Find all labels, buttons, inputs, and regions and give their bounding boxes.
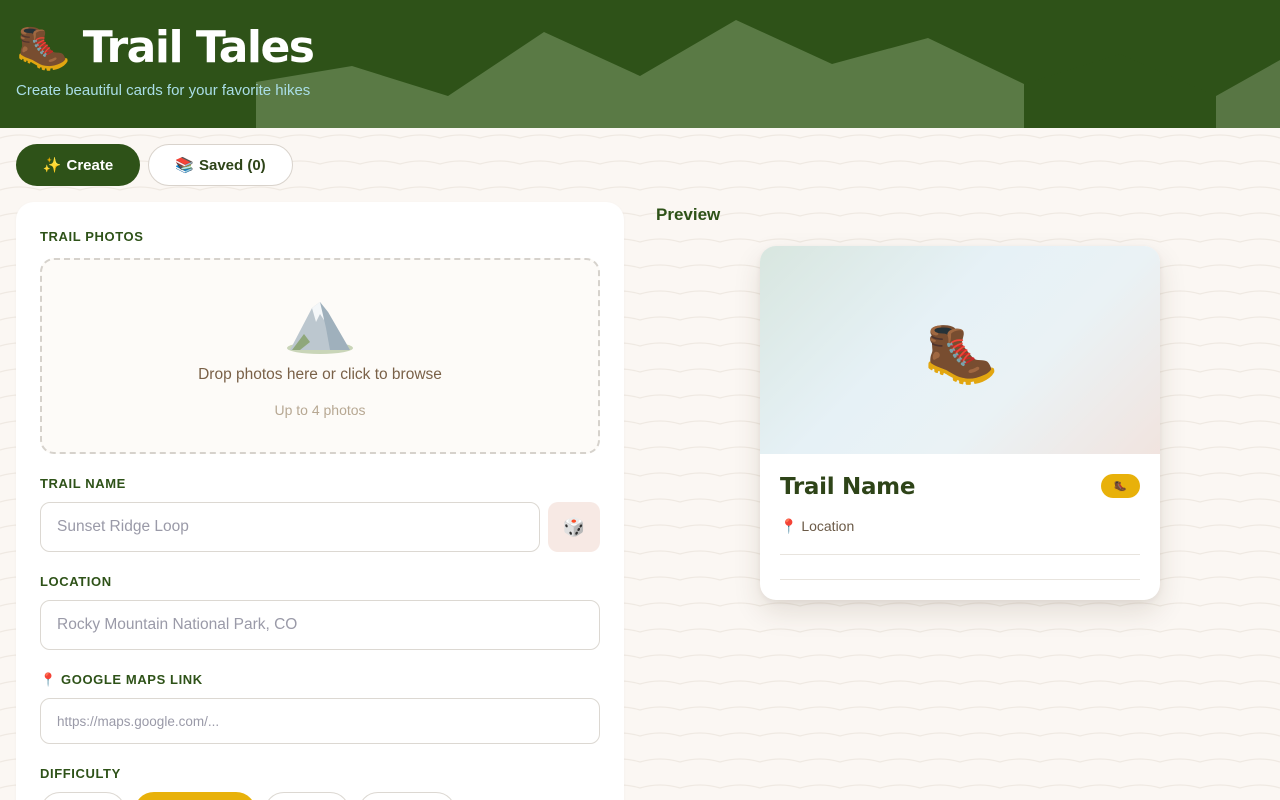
- app-tagline: Create beautiful cards for your favorite…: [16, 82, 311, 99]
- difficulty-option-selected[interactable]: [134, 792, 256, 800]
- tab-bar: ✨ Create 📚 Saved (0): [16, 144, 293, 186]
- random-name-button[interactable]: 🎲: [548, 502, 600, 552]
- maps-link-label: GOOGLE MAPS LINK: [61, 672, 203, 687]
- trail-form: TRAIL PHOTOS Drop photos here or click t…: [16, 202, 624, 800]
- divider: [780, 579, 1140, 580]
- hiking-boot-icon: 🥾: [1113, 479, 1128, 493]
- location-input[interactable]: [40, 600, 600, 650]
- preview-location-text: Location: [801, 518, 855, 534]
- difficulty-option[interactable]: [40, 792, 126, 800]
- difficulty-option[interactable]: [358, 792, 456, 800]
- difficulty-options: [40, 792, 456, 800]
- preview-location: 📍 Location: [780, 518, 854, 535]
- dice-icon: 🎲: [562, 516, 586, 537]
- hiking-boot-icon: 🥾: [924, 318, 999, 388]
- preview-image-area: 🥾: [760, 246, 1160, 454]
- tab-saved[interactable]: 📚 Saved (0): [148, 144, 293, 186]
- maps-link-input[interactable]: [40, 698, 600, 744]
- difficulty-option[interactable]: [264, 792, 350, 800]
- trail-photos-label: TRAIL PHOTOS: [40, 229, 144, 244]
- photo-dropzone[interactable]: Drop photos here or click to browse Up t…: [40, 258, 600, 454]
- dropzone-text: Drop photos here or click to browse: [198, 366, 442, 383]
- preview-trail-name: Trail Name: [780, 474, 916, 500]
- pin-icon: 📍: [40, 672, 57, 687]
- mountain-icon: [287, 302, 353, 354]
- app-header: 🥾 Trail Tales Create beautiful cards for…: [0, 0, 1280, 128]
- preview-heading: Preview: [656, 205, 721, 224]
- brand: 🥾 Trail Tales: [16, 22, 315, 74]
- difficulty-label: DIFFICULTY: [40, 766, 121, 781]
- divider: [780, 554, 1140, 555]
- books-icon: 📚: [175, 157, 194, 174]
- dropzone-subtext: Up to 4 photos: [274, 402, 366, 418]
- tab-create-label: Create: [66, 156, 114, 174]
- location-label: LOCATION: [40, 574, 112, 589]
- tab-saved-label: Saved (0): [198, 156, 266, 174]
- difficulty-badge: 🥾: [1101, 474, 1140, 498]
- trail-name-label: TRAIL NAME: [40, 476, 126, 491]
- maps-link-label-row: 📍 GOOGLE MAPS LINK: [40, 672, 203, 688]
- pin-icon: 📍: [780, 518, 798, 534]
- app-title: Trail Tales: [82, 22, 315, 73]
- trail-name-input[interactable]: [40, 502, 540, 552]
- hiking-boot-icon: 🥾: [16, 22, 71, 73]
- tab-create[interactable]: ✨ Create: [16, 144, 140, 186]
- preview-card: 🥾 Trail Name 🥾 📍 Location: [760, 246, 1160, 600]
- sparkles-icon: ✨: [42, 157, 62, 174]
